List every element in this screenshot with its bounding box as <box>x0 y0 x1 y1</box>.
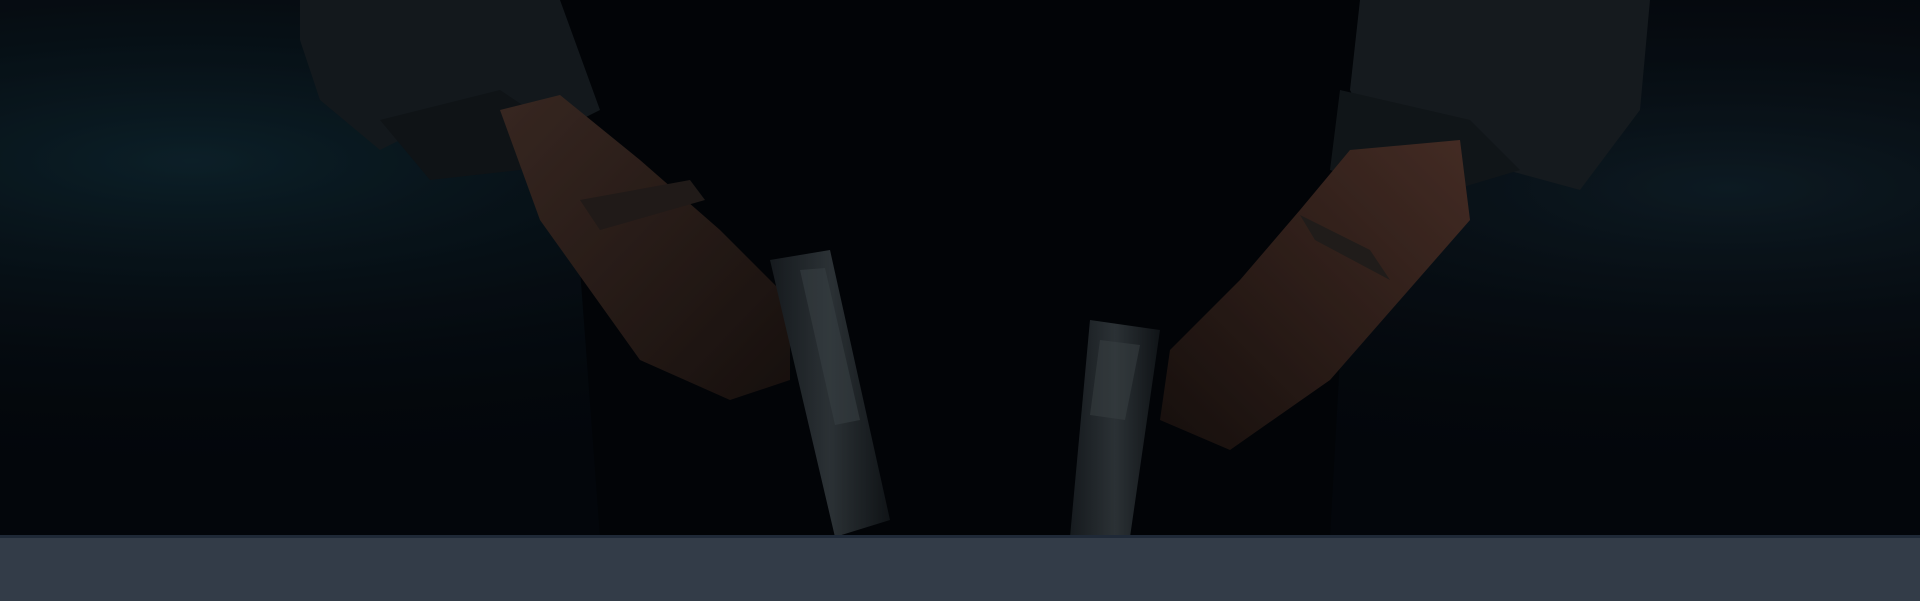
bottom-bar <box>0 538 1920 601</box>
hero-artwork-icon <box>0 0 1920 537</box>
hero-banner <box>0 0 1920 537</box>
